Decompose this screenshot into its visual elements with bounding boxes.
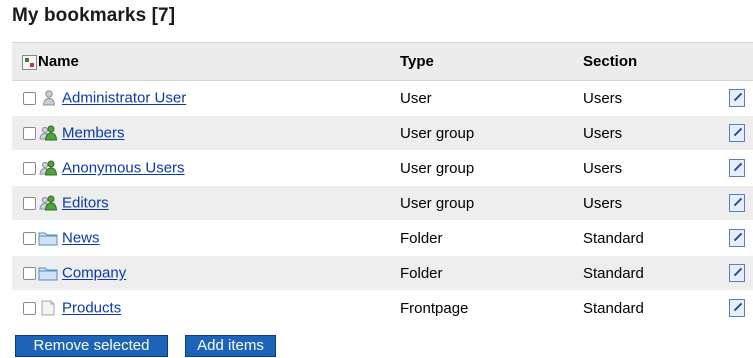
- row-checkbox-cell: [12, 290, 38, 326]
- remove-selected-button[interactable]: Remove selected: [15, 335, 168, 357]
- table-row: News Folder Standard: [12, 220, 753, 256]
- user-group-icon: [38, 160, 58, 176]
- table-row: Products Frontpage Standard: [12, 290, 753, 326]
- row-checkbox-cell: [12, 255, 38, 291]
- folder-icon: [38, 265, 58, 281]
- table-row: Company Folder Standard: [12, 255, 753, 291]
- edit-icon[interactable]: [729, 159, 745, 178]
- edit-cell: [729, 290, 753, 326]
- section-cell: Users: [583, 185, 729, 221]
- section-cell: Users: [583, 150, 729, 186]
- name-cell: Anonymous Users: [38, 150, 400, 186]
- header-toggle-cell: [12, 42, 38, 81]
- type-cell: User group: [400, 150, 583, 186]
- edit-icon[interactable]: [729, 264, 745, 283]
- type-cell: Folder: [400, 220, 583, 256]
- table-row: Administrator User User Users: [12, 80, 753, 116]
- column-header-type: Type: [400, 42, 583, 81]
- row-checkbox-cell: [12, 220, 38, 256]
- item-name-link[interactable]: Company: [62, 265, 126, 282]
- item-name-link[interactable]: Products: [62, 300, 121, 317]
- row-checkbox[interactable]: [23, 267, 36, 281]
- edit-cell: [729, 115, 753, 151]
- name-cell: Members: [38, 115, 400, 151]
- row-checkbox-cell: [12, 80, 38, 116]
- edit-icon[interactable]: [729, 89, 745, 108]
- row-checkbox[interactable]: [23, 232, 36, 246]
- edit-cell: [729, 185, 753, 221]
- edit-cell: [729, 80, 753, 116]
- edit-icon[interactable]: [729, 124, 745, 143]
- name-cell: Administrator User: [38, 80, 400, 116]
- name-cell: News: [38, 220, 400, 256]
- row-checkbox[interactable]: [23, 162, 36, 176]
- item-name-link[interactable]: Editors: [62, 195, 109, 212]
- name-cell: Company: [38, 255, 400, 291]
- section-cell: Users: [583, 80, 729, 116]
- type-cell: User group: [400, 115, 583, 151]
- item-name-link[interactable]: Anonymous Users: [62, 160, 185, 177]
- user-group-icon: [38, 195, 58, 211]
- type-cell: Folder: [400, 255, 583, 291]
- row-checkbox-cell: [12, 150, 38, 186]
- row-checkbox[interactable]: [23, 302, 36, 316]
- edit-icon[interactable]: [729, 229, 745, 248]
- column-header-edit: [729, 42, 753, 81]
- edit-cell: [729, 150, 753, 186]
- item-name-link[interactable]: Administrator User: [62, 90, 186, 107]
- edit-icon[interactable]: [729, 194, 745, 213]
- type-cell: User: [400, 80, 583, 116]
- table-body: Administrator User User Users Members User g…: [12, 80, 753, 326]
- table-row: Anonymous Users User group Users: [12, 150, 753, 186]
- user-icon: [38, 90, 58, 106]
- item-name-link[interactable]: Members: [62, 125, 125, 142]
- edit-cell: [729, 255, 753, 291]
- edit-icon[interactable]: [729, 299, 745, 318]
- type-cell: Frontpage: [400, 290, 583, 326]
- table-header-row: Name Type Section: [12, 42, 753, 81]
- section-cell: Standard: [583, 255, 729, 291]
- add-items-button[interactable]: Add items: [185, 335, 276, 357]
- row-checkbox[interactable]: [23, 92, 36, 106]
- edit-cell: [729, 220, 753, 256]
- user-group-icon: [38, 125, 58, 141]
- table-row: Members User group Users: [12, 115, 753, 151]
- section-cell: Standard: [583, 220, 729, 256]
- item-name-link[interactable]: News: [62, 230, 100, 247]
- folder-icon: [38, 230, 58, 246]
- section-cell: Standard: [583, 290, 729, 326]
- page-icon: [38, 300, 58, 316]
- row-checkbox-cell: [12, 115, 38, 151]
- row-checkbox[interactable]: [23, 127, 36, 141]
- name-cell: Editors: [38, 185, 400, 221]
- row-checkbox[interactable]: [23, 197, 36, 211]
- table-row: Editors User group Users: [12, 185, 753, 221]
- row-checkbox-cell: [12, 185, 38, 221]
- column-header-name: Name: [38, 42, 400, 81]
- type-cell: User group: [400, 185, 583, 221]
- toggle-selection-icon[interactable]: [22, 54, 37, 70]
- name-cell: Products: [38, 290, 400, 326]
- section-cell: Users: [583, 115, 729, 151]
- bookmarks-table: Name Type Section Administrator User User…: [12, 42, 753, 326]
- column-header-section: Section: [583, 42, 729, 81]
- page-title: My bookmarks [7]: [12, 5, 176, 26]
